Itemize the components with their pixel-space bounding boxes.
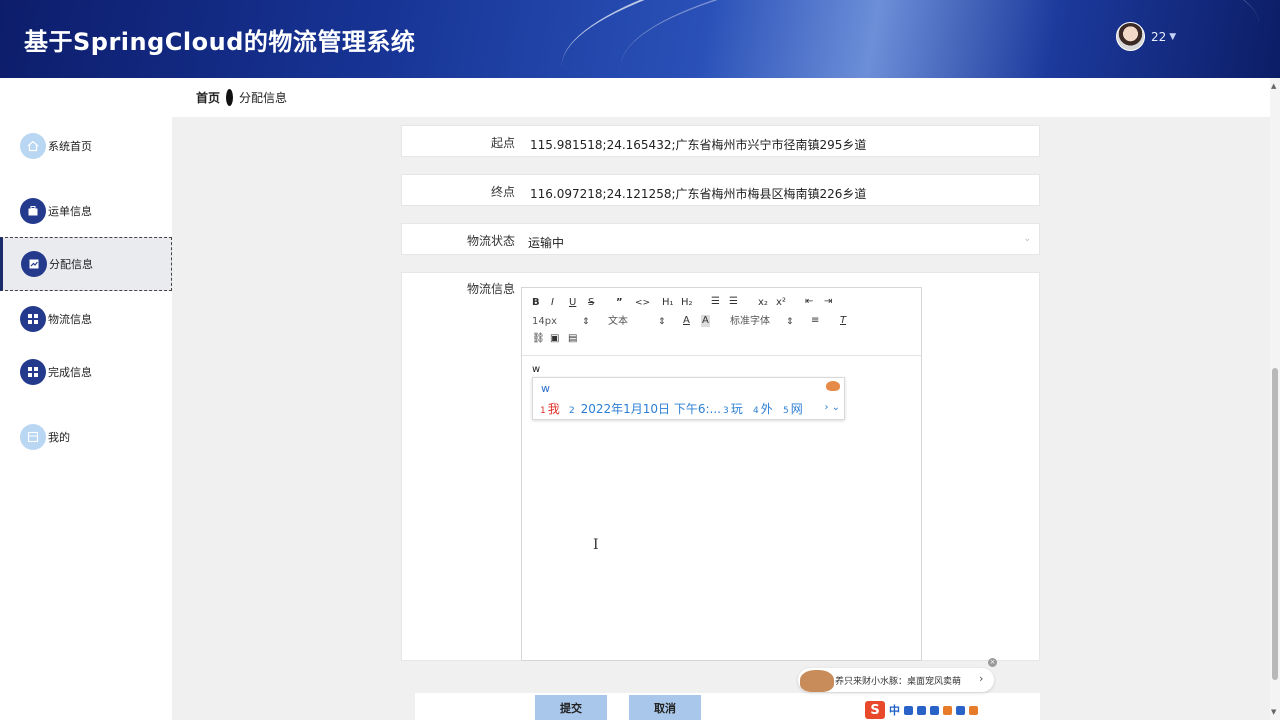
app-title: 基于SpringCloud的物流管理系统 xyxy=(24,28,416,56)
indent-icon[interactable]: ⇥ xyxy=(824,296,832,308)
toast-text: 养只来财小水豚：桌面宠风卖萌 xyxy=(835,677,962,687)
breadcrumb-home[interactable]: 首页 xyxy=(196,89,220,106)
user-menu[interactable]: 22 ▼ xyxy=(1116,22,1176,51)
grid-icon xyxy=(20,306,46,332)
sidebar-item-label: 运单信息 xyxy=(48,205,92,218)
sidebar-item-mine[interactable]: 我的 xyxy=(0,410,172,464)
chevron-right-icon[interactable]: › ⌄ xyxy=(824,402,840,413)
chevron-updown-icon[interactable]: ⇕ xyxy=(582,316,590,328)
superscript-button[interactable]: x² xyxy=(776,297,786,309)
scroll-down-icon[interactable]: ▼ xyxy=(1271,708,1276,716)
font-size-select[interactable]: 14px xyxy=(532,316,557,328)
sidebar-item-label: 系统首页 xyxy=(48,140,92,153)
font-color-icon[interactable]: A xyxy=(683,315,690,327)
align-icon[interactable]: ≡ xyxy=(811,315,819,327)
profile-icon xyxy=(20,424,46,450)
ime-toolbar: S 中 xyxy=(862,700,998,720)
image-icon[interactable]: ▣ xyxy=(550,333,559,345)
cancel-button[interactable]: 取消 xyxy=(629,695,701,720)
header-select[interactable]: 文本 xyxy=(608,316,628,328)
chevron-down-icon[interactable]: ▼ xyxy=(1169,32,1176,42)
sidebar-item-completed[interactable]: 完成信息 xyxy=(0,345,172,399)
microphone-icon[interactable] xyxy=(917,705,926,715)
ime-candidate[interactable]: 2 2022年1月10日 下午6:... xyxy=(569,400,721,417)
sidebar-item-waybill[interactable]: 运单信息 xyxy=(0,184,172,238)
end-label: 终点 xyxy=(490,185,515,199)
background-color-icon[interactable]: A xyxy=(701,315,710,327)
ime-candidate[interactable]: 4外 xyxy=(753,400,773,417)
ime-candidate[interactable]: 3玩 xyxy=(723,400,743,417)
keyboard-icon[interactable] xyxy=(930,705,939,715)
scroll-thumb[interactable] xyxy=(1272,368,1278,680)
editor-content[interactable]: w xyxy=(532,364,540,375)
end-input[interactable]: 116.097218;24.121258;广东省梅州市梅县区梅南镇226乡道 xyxy=(530,185,866,202)
chart-icon xyxy=(21,251,47,277)
sidebar-item-home[interactable]: 系统首页 xyxy=(0,119,172,173)
sidebar: 系统首页 运单信息 分配信息 物流信息 完成信息 我的 xyxy=(0,117,172,720)
home-icon xyxy=(20,133,46,159)
link-icon[interactable]: ⛓ xyxy=(532,333,545,345)
sidebar-item-label: 分配信息 xyxy=(49,258,93,271)
outdent-icon[interactable]: ⇤ xyxy=(805,296,813,308)
close-icon[interactable]: × xyxy=(988,658,997,667)
italic-button[interactable]: I xyxy=(551,297,554,309)
start-label: 起点 xyxy=(490,136,515,150)
sidebar-item-label: 完成信息 xyxy=(48,366,92,379)
punctuation-icon[interactable] xyxy=(904,705,913,715)
breadcrumb: 首页 分配信息 xyxy=(0,78,1270,117)
notification-toast[interactable]: 养只来财小水豚：桌面宠风卖萌 › xyxy=(798,668,994,692)
video-icon[interactable]: ▤ xyxy=(568,333,577,345)
status-select[interactable]: 运输中 xyxy=(528,234,564,251)
underline-button[interactable]: U xyxy=(569,297,576,309)
bold-button[interactable]: B xyxy=(532,297,540,309)
ime-input-text: w xyxy=(541,382,550,395)
clear-format-icon[interactable]: T xyxy=(840,315,846,327)
status-label: 物流状态 xyxy=(466,234,515,248)
rich-text-editor[interactable]: B I U S ” <> H₁ H₂ ☰ ☰ x₂ x² ⇤ ⇥ 14px ⇕ … xyxy=(521,287,922,661)
sidebar-item-label: 我的 xyxy=(48,431,70,444)
h2-button[interactable]: H₂ xyxy=(681,297,693,309)
top-header: 基于SpringCloud的物流管理系统 22 ▼ xyxy=(0,0,1280,78)
ime-candidate-popup: w 1我 2 2022年1月10日 下午6:... 3玩 4外 5网 › ⌄ xyxy=(532,377,845,420)
ime-mode[interactable]: 中 xyxy=(889,702,900,718)
sidebar-item-assign[interactable]: 分配信息 xyxy=(0,237,172,291)
strike-button[interactable]: S xyxy=(588,297,594,309)
status-field[interactable]: 物流状态 运输中 ⌄ xyxy=(401,223,1040,255)
font-family-select[interactable]: 标准字体 xyxy=(730,316,770,328)
grid-icon xyxy=(20,359,46,385)
skin-icon[interactable] xyxy=(943,705,952,715)
toolbox-icon[interactable] xyxy=(956,705,965,715)
h1-button[interactable]: H₁ xyxy=(662,297,674,309)
briefcase-icon xyxy=(20,198,46,224)
chevron-updown-icon[interactable]: ⇕ xyxy=(786,316,794,328)
start-input[interactable]: 115.981518;24.165432;广东省梅州市兴宁市径南镇295乡道 xyxy=(530,136,866,153)
avatar[interactable] xyxy=(1116,22,1145,51)
start-field[interactable]: 起点 115.981518;24.165432;广东省梅州市兴宁市径南镇295乡… xyxy=(401,125,1040,157)
end-field[interactable]: 终点 116.097218;24.121258;广东省梅州市梅县区梅南镇226乡… xyxy=(401,174,1040,206)
ordered-list-icon[interactable]: ☰ xyxy=(711,296,720,308)
breadcrumb-separator xyxy=(226,89,234,106)
user-name[interactable]: 22 xyxy=(1151,30,1166,44)
sogou-logo-icon[interactable]: S xyxy=(865,701,885,719)
chevron-updown-icon[interactable]: ⇕ xyxy=(658,316,666,328)
submit-button[interactable]: 提交 xyxy=(535,695,607,720)
code-button[interactable]: <> xyxy=(635,297,650,309)
chevron-down-icon[interactable]: ⌄ xyxy=(1023,234,1031,244)
ime-candidate[interactable]: 1我 xyxy=(540,400,560,417)
text-cursor-icon: I xyxy=(593,537,599,553)
editor-toolbar: B I U S ” <> H₁ H₂ ☰ ☰ x₂ x² ⇤ ⇥ 14px ⇕ … xyxy=(522,288,921,356)
pet-icon xyxy=(826,381,840,391)
ime-candidate[interactable]: 5网 xyxy=(783,400,803,417)
sidebar-item-logistics[interactable]: 物流信息 xyxy=(0,292,172,346)
blockquote-button[interactable]: ” xyxy=(616,297,623,309)
bullet-list-icon[interactable]: ☰ xyxy=(729,296,738,308)
chevron-right-icon[interactable]: › xyxy=(979,672,983,685)
sidebar-item-label: 物流信息 xyxy=(48,313,92,326)
capybara-icon xyxy=(800,670,834,692)
scroll-up-icon[interactable]: ▲ xyxy=(1271,82,1276,90)
subscript-button[interactable]: x₂ xyxy=(758,297,768,309)
pet-icon[interactable] xyxy=(969,705,978,715)
breadcrumb-current: 分配信息 xyxy=(239,91,288,105)
info-label: 物流信息 xyxy=(466,282,515,296)
